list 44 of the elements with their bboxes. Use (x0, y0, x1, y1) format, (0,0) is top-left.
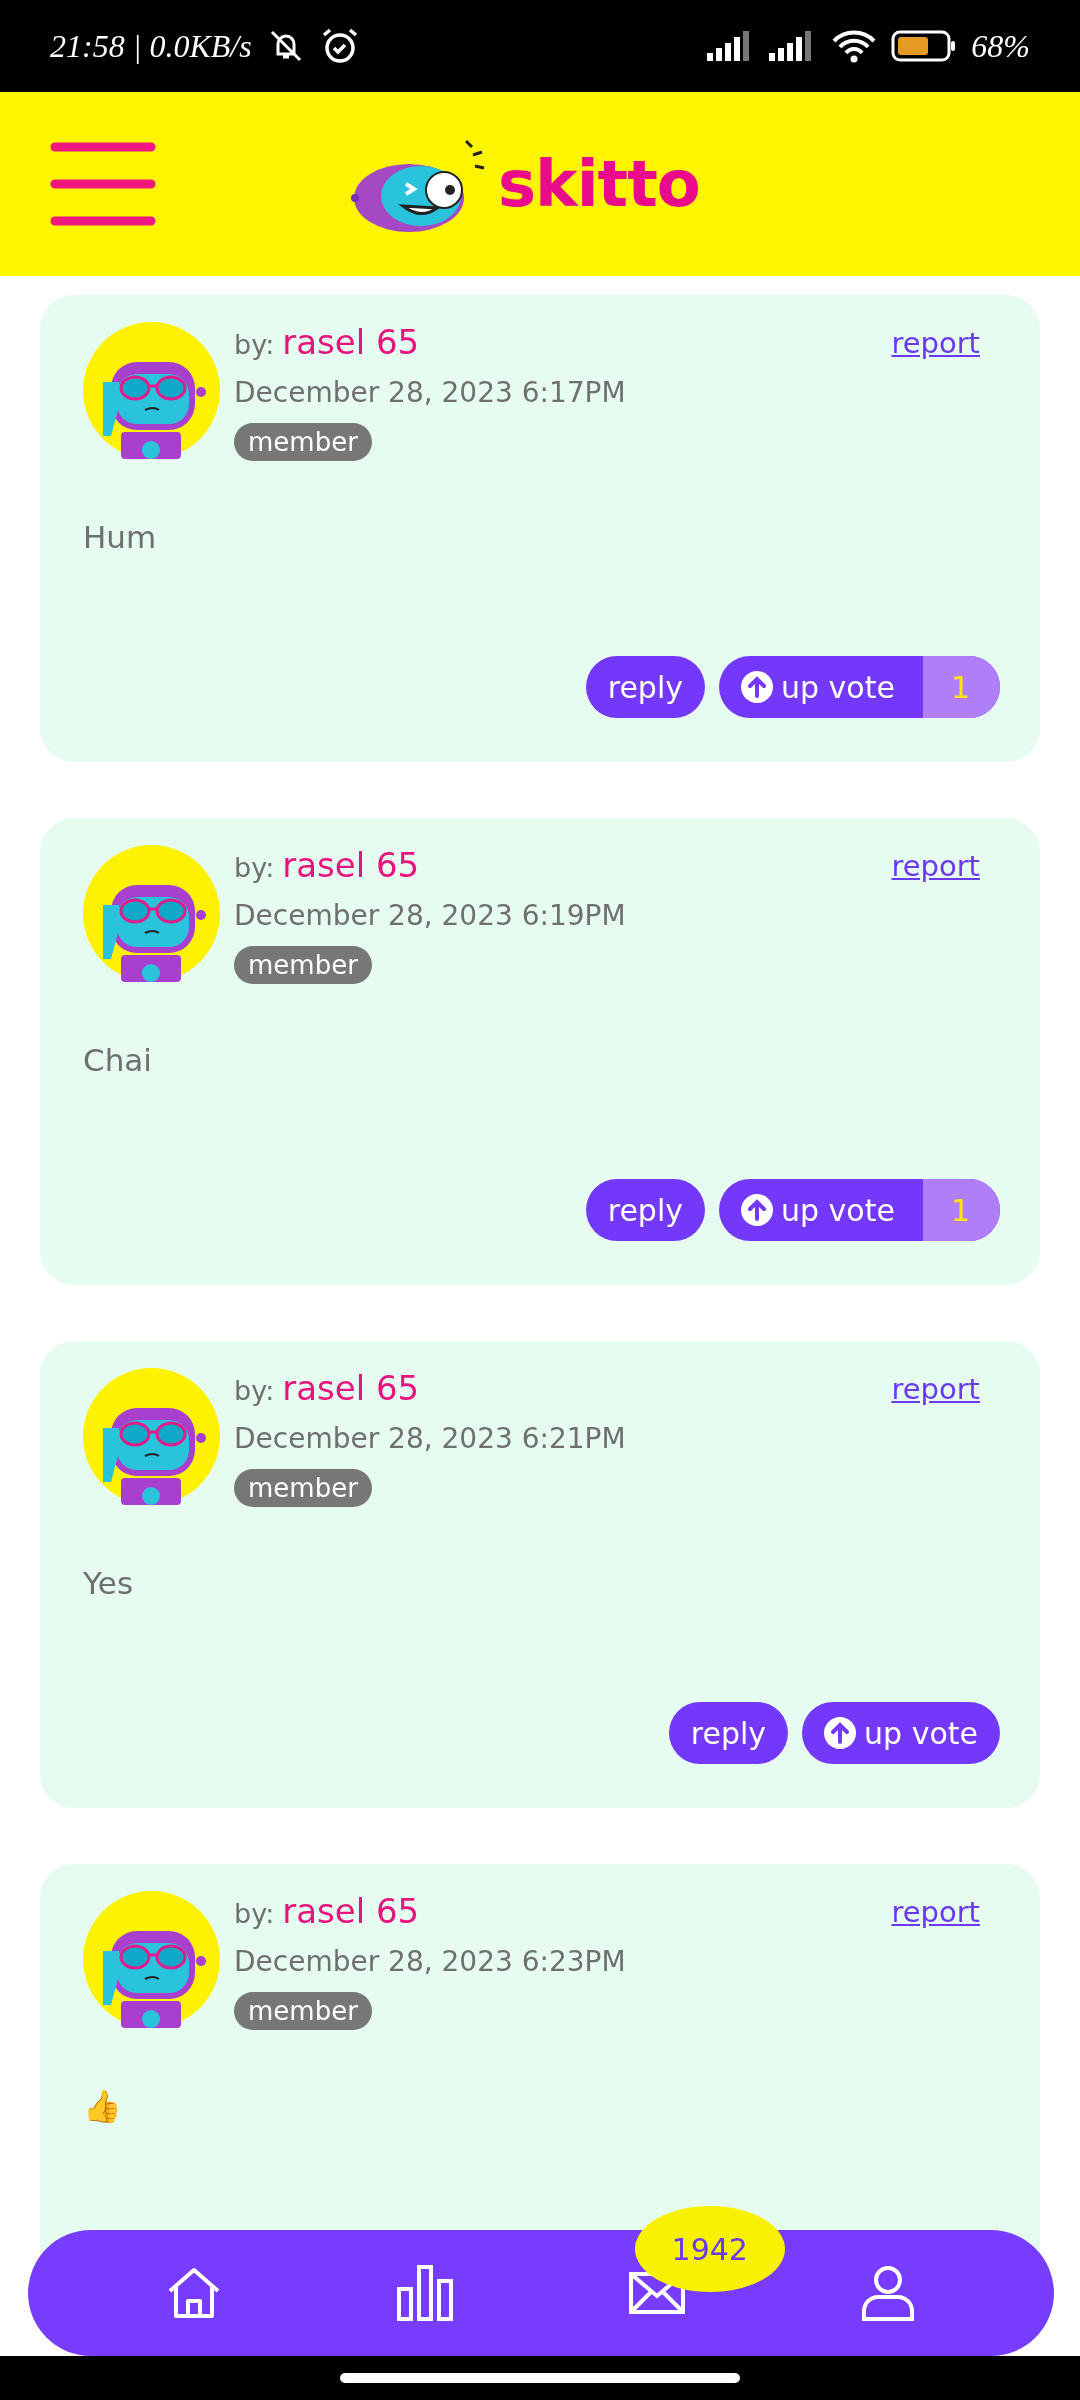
author-name: rasel 65 (282, 1368, 420, 1408)
status-time: 21:58 | 0.0KB/s (50, 27, 252, 65)
upvote-button[interactable]: up vote (802, 1702, 1000, 1764)
author-name: rasel 65 (282, 322, 420, 362)
battery-percent: 68% (971, 27, 1030, 65)
author-label: by: (234, 852, 275, 883)
post-date: December 28, 2023 6:19PM (234, 899, 626, 932)
menu-button[interactable] (50, 142, 156, 226)
report-link[interactable]: report (891, 1372, 980, 1406)
menu-icon (50, 142, 156, 226)
comment-text: Chai (83, 1042, 153, 1078)
battery-icon (891, 30, 958, 62)
role-badge: member (234, 1992, 372, 2030)
upvote-button[interactable]: up vote 1 (719, 1179, 1000, 1241)
author-name: rasel 65 (282, 1891, 420, 1931)
comment-text: Hum (83, 519, 158, 555)
vote-count: 1 (922, 1179, 1000, 1241)
report-link[interactable]: report (891, 326, 980, 360)
comment-text: Yes (83, 1565, 135, 1601)
up-arrow-circle-icon (741, 671, 773, 703)
vote-count: 1 (922, 656, 1000, 718)
report-link[interactable]: report (891, 1895, 980, 1929)
post-date: December 28, 2023 6:21PM (234, 1422, 626, 1455)
logo-text: skitto (498, 147, 700, 221)
author-label: by: (234, 1375, 275, 1406)
up-arrow-circle-icon (741, 1194, 773, 1226)
wifi-icon (831, 29, 878, 63)
author-label: by: (234, 329, 275, 360)
role-badge: member (234, 1469, 372, 1507)
role-badge: member (234, 946, 372, 984)
reply-button[interactable]: reply (585, 1179, 705, 1241)
reply-button[interactable]: reply (668, 1702, 789, 1764)
bar-chart-icon (397, 2265, 454, 2321)
post-date: December 28, 2023 6:23PM (234, 1945, 626, 1978)
up-arrow-circle-icon (824, 1717, 857, 1749)
upvote-button[interactable]: up vote 1 (719, 656, 1000, 718)
user-icon (860, 2265, 917, 2321)
report-link[interactable]: report (891, 849, 980, 883)
post-date: December 28, 2023 6:17PM (234, 376, 626, 409)
role-badge: member (234, 423, 372, 461)
author-label: by: (234, 1898, 275, 1929)
author-name: rasel 65 (282, 845, 420, 885)
comment-text: 👍 (83, 2088, 123, 2125)
reply-button[interactable]: reply (585, 656, 705, 718)
